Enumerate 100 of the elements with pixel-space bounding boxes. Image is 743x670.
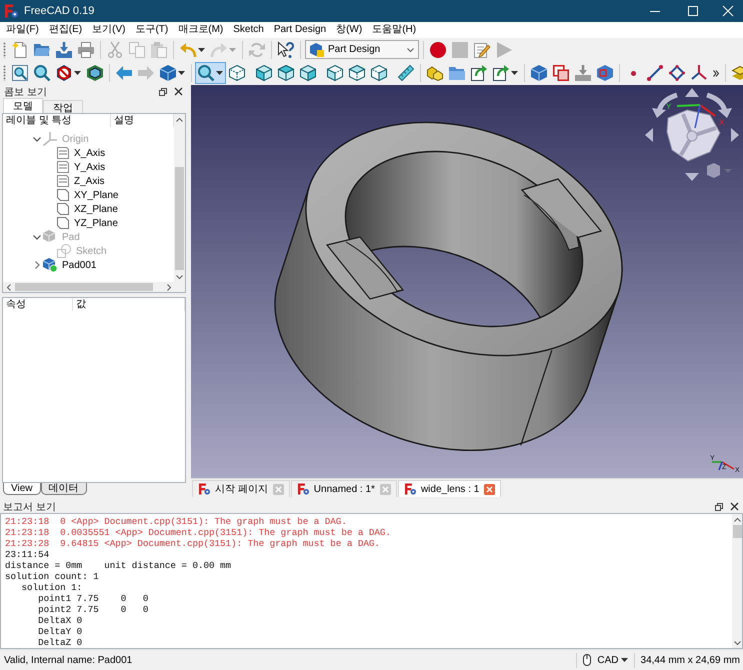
caret-icon	[216, 71, 223, 75]
triangle-left-icon[interactable]	[645, 128, 653, 142]
wireframe-cube-icon	[229, 65, 245, 81]
tree-item[interactable]: Pad001	[43, 258, 96, 272]
scrollbar-thumb[interactable]	[732, 525, 742, 538]
triangle-right-icon[interactable]	[731, 128, 739, 142]
diamond-button[interactable]	[666, 62, 688, 84]
vertical-scrollbar[interactable]	[732, 514, 742, 648]
cube-dropdown-icon[interactable]	[707, 163, 732, 178]
tree-item[interactable]: Y_Axis	[57, 161, 106, 173]
navigation-cube[interactable]	[666, 109, 721, 162]
magnifier-button[interactable]	[195, 62, 226, 84]
cube-bottom-button[interactable]	[346, 62, 368, 84]
tree-item[interactable]: X_Axis	[57, 147, 106, 159]
panel-tab[interactable]: 모델	[3, 98, 43, 113]
document-tab[interactable]: 시작 페이지	[192, 480, 290, 497]
magnifier-button[interactable]	[31, 62, 53, 84]
nested-hexagon-button[interactable]	[84, 62, 106, 84]
chevron-right-icon[interactable]	[34, 261, 40, 269]
log-line: solution count: 1	[5, 571, 100, 582]
curved-arrow-icon[interactable]	[706, 92, 732, 118]
toolbar-grip[interactable]	[3, 42, 6, 58]
chevron-up-icon[interactable]	[734, 518, 740, 522]
menu-item[interactable]: 창(W)	[331, 22, 368, 38]
curved-arrow-icon[interactable]	[652, 92, 678, 118]
chevron-up-icon[interactable]	[176, 118, 183, 122]
download-tray-button[interactable]	[572, 62, 594, 84]
record-dot-icon	[430, 42, 446, 58]
caret-icon	[620, 658, 628, 662]
caret-icon	[74, 71, 81, 75]
workbench-dropdown[interactable]: Part Design	[305, 40, 419, 59]
chevron-down-icon[interactable]	[734, 640, 740, 644]
cube-top-button[interactable]	[275, 62, 297, 84]
ruler-button[interactable]	[395, 62, 417, 84]
zoom-page-icon	[12, 65, 28, 81]
hexagon-square-button[interactable]	[594, 62, 616, 84]
block-button[interactable]	[528, 62, 550, 84]
triangle-down-icon[interactable]	[685, 173, 699, 181]
chevron-down-icon[interactable]	[176, 274, 183, 278]
panel-tab[interactable]: View	[3, 483, 40, 495]
panel-title: 보고서 보기	[3, 500, 57, 514]
menu-item[interactable]: 파일(F)	[1, 22, 44, 38]
chevron-left-icon[interactable]	[6, 284, 10, 290]
close-icon[interactable]	[731, 503, 738, 510]
menu-item[interactable]: 편집(E)	[44, 22, 88, 38]
caret-icon	[178, 71, 185, 75]
app-logo-icon	[199, 483, 210, 495]
document-tab[interactable]: Unnamed : 1*	[290, 480, 397, 497]
triangle-up-icon[interactable]	[685, 88, 699, 97]
menu-item[interactable]: 도구(T)	[130, 22, 174, 38]
menu-item[interactable]: Sketch	[228, 22, 269, 38]
box-icon	[160, 65, 176, 81]
tree-item[interactable]: YZ_Plane	[57, 217, 118, 229]
help-cursor-button[interactable]	[275, 38, 297, 60]
export-arrow-button[interactable]	[490, 62, 521, 84]
vertical-scrollbar[interactable]	[174, 114, 185, 282]
scrollbar-thumb[interactable]	[15, 283, 153, 291]
app-logo-icon	[298, 483, 309, 495]
document-tab[interactable]: wide_lens : 1	[398, 480, 502, 497]
chevron-down-icon[interactable]	[33, 234, 41, 240]
chevron-down-icon[interactable]	[33, 136, 41, 142]
chevron-right-icon[interactable]	[166, 284, 170, 290]
column-header[interactable]: 레이블 및 특성	[3, 114, 111, 127]
menu-item[interactable]: 매크로(M)	[173, 22, 228, 38]
app-logo-icon	[404, 483, 416, 495]
binder-squares-button[interactable]	[550, 62, 572, 84]
panel-tab[interactable]: 데이터	[40, 483, 86, 495]
cube-right-button[interactable]	[297, 62, 319, 84]
menu-item[interactable]: 보기(V)	[87, 22, 130, 38]
box-button[interactable]	[157, 62, 188, 84]
menu-item[interactable]: Part Design	[268, 22, 332, 38]
tree-item[interactable]: XZ_Plane	[57, 203, 118, 215]
cube-rear-button[interactable]	[324, 62, 346, 84]
tree-item[interactable]: XY_Plane	[57, 189, 118, 201]
toolbar-grip[interactable]	[3, 65, 6, 81]
horizontal-scrollbar[interactable]	[3, 282, 174, 292]
column-header[interactable]: 값	[73, 298, 185, 311]
log-line: point2 7.75 0 0	[37, 604, 150, 615]
zoom-page-button[interactable]	[9, 62, 31, 84]
tree-item[interactable]: Z_Axis	[57, 175, 105, 187]
wireframe-cube-button[interactable]	[226, 62, 248, 84]
dimensions-readout: 34,44 mm x 24,69 mm	[640, 654, 740, 666]
binder-squares-icon	[553, 65, 569, 81]
page-lines-icon	[57, 175, 69, 187]
panel-tab[interactable]: 작업	[43, 100, 83, 113]
navigation-style-button[interactable]: CAD	[597, 654, 628, 666]
cube-front-button[interactable]	[253, 62, 275, 84]
line-icon	[647, 65, 663, 81]
restore-window-icon[interactable]	[715, 502, 723, 510]
double-chevron-icon[interactable]	[713, 70, 719, 76]
restore-window-icon[interactable]	[159, 88, 167, 96]
menu-item[interactable]: 도움말(H)	[367, 22, 422, 38]
scrollbar-thumb[interactable]	[175, 167, 184, 270]
close-icon[interactable]	[175, 88, 182, 95]
column-header[interactable]: 속성	[3, 298, 73, 311]
folder-icon	[449, 65, 465, 81]
axes-icon	[691, 65, 707, 81]
cube-left-button[interactable]	[368, 62, 390, 84]
line-button[interactable]	[644, 62, 666, 84]
chevron-down-icon[interactable]	[407, 48, 414, 52]
